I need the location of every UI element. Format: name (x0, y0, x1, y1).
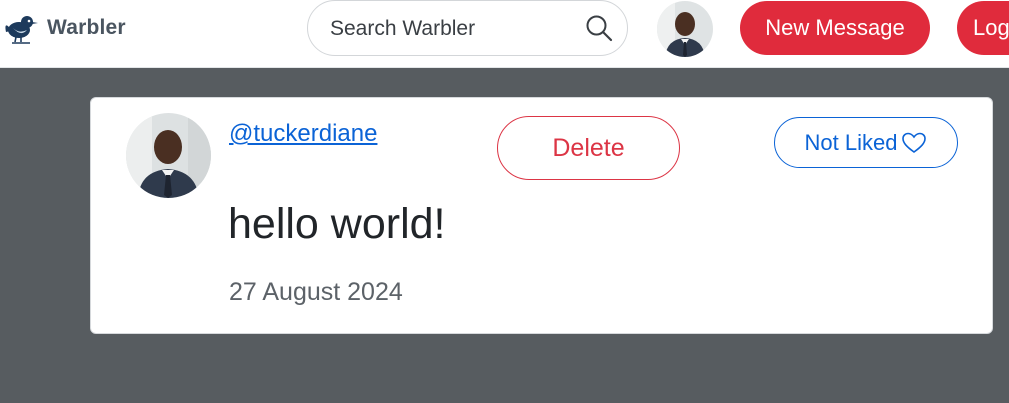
message-text: hello world! (228, 200, 446, 248)
delete-button[interactable]: Delete (497, 116, 680, 180)
logout-button[interactable]: Log (957, 1, 1009, 55)
heart-outline-icon (902, 132, 927, 153)
navbar: Warbler New Message Log (0, 0, 1009, 68)
search-form (307, 0, 628, 56)
search-button[interactable] (582, 11, 616, 45)
warbler-bird-icon (5, 16, 38, 44)
like-button[interactable]: Not Liked (774, 117, 958, 168)
brand-link[interactable]: Warbler (3, 10, 126, 46)
like-button-label: Not Liked (804, 129, 898, 155)
message-date: 27 August 2024 (229, 278, 403, 306)
person-photo-icon (657, 1, 713, 57)
message-card: @tuckerdiane Delete Not Liked hello worl… (90, 97, 993, 334)
search-input[interactable] (328, 11, 572, 47)
message-author-link[interactable]: @tuckerdiane (229, 120, 377, 148)
person-photo-icon (126, 113, 211, 198)
new-message-button[interactable]: New Message (740, 1, 930, 55)
brand-name: Warbler (47, 16, 126, 39)
magnifier-icon (586, 15, 613, 42)
user-avatar[interactable] (657, 1, 713, 57)
message-author-avatar[interactable] (126, 113, 211, 198)
